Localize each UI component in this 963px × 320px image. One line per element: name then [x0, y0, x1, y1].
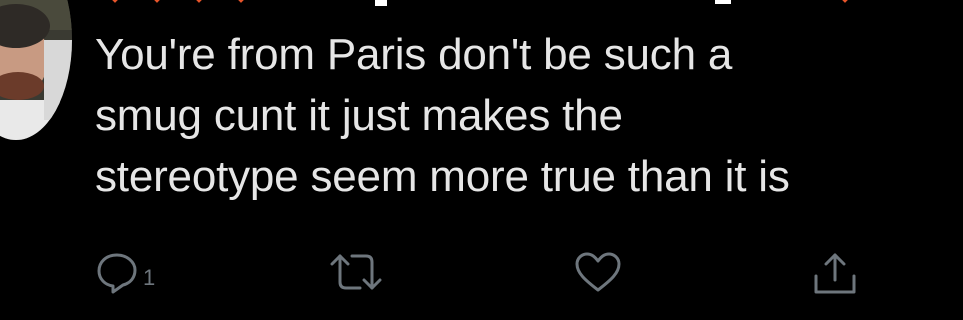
retweet-button[interactable]	[326, 250, 386, 294]
emoji-row-icon	[112, 0, 848, 6]
reply-count: 1	[143, 265, 156, 290]
tweet[interactable]: You're from Paris don't be such a smug c…	[0, 0, 963, 320]
share-button[interactable]	[808, 250, 862, 298]
reply-button[interactable]: 1	[95, 250, 155, 294]
retweet-icon	[330, 254, 382, 290]
like-button[interactable]	[573, 250, 623, 294]
tweet-text: You're from Paris don't be such a smug c…	[95, 30, 790, 201]
avatar-photo	[0, 0, 72, 140]
avatar[interactable]	[0, 0, 72, 140]
heart-icon	[575, 252, 621, 292]
tweet-actions: 1	[0, 250, 963, 300]
reply-icon	[97, 253, 137, 294]
share-icon	[814, 253, 856, 294]
tweet-header-fragment	[95, 0, 855, 8]
